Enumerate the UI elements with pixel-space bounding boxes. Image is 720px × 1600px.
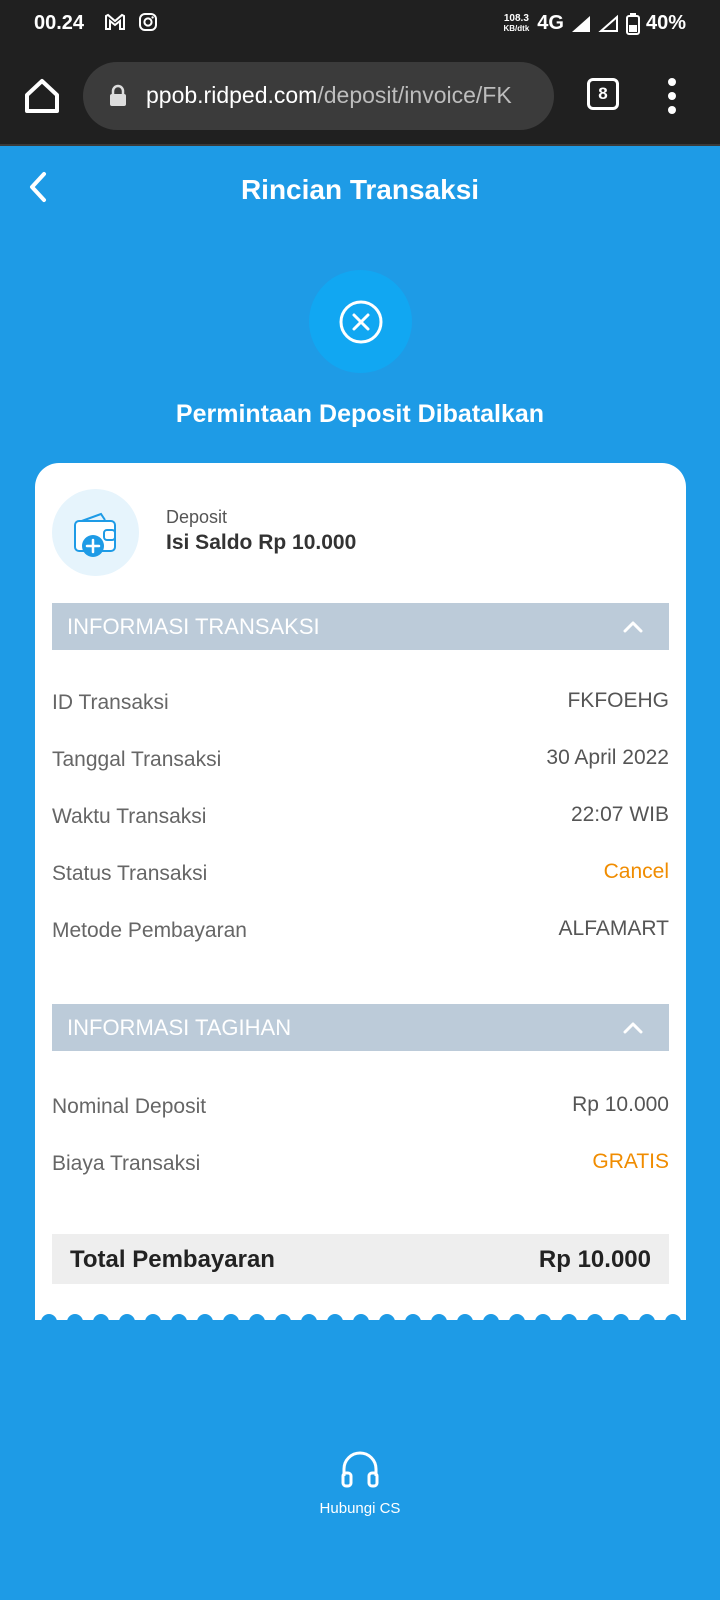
product-icon-wrapper bbox=[52, 489, 139, 576]
scallop-base bbox=[35, 1322, 686, 1330]
waktu-transaksi-value: 22:07 WIB bbox=[570, 803, 669, 826]
signal-empty-icon bbox=[598, 14, 618, 32]
url-path: /deposit/invoice/FK bbox=[317, 82, 512, 108]
page-title: Rincian Transaksi bbox=[240, 174, 480, 205]
cancel-circle-icon bbox=[339, 300, 382, 343]
home-icon[interactable] bbox=[22, 76, 62, 116]
billing-info-header[interactable]: INFORMASI TAGIHAN bbox=[52, 1004, 669, 1051]
tanggal-transaksi-value: 30 April 2022 bbox=[546, 746, 669, 769]
address-bar[interactable]: ppob.ridped.com/deposit/invoice/FK bbox=[83, 62, 554, 130]
wallet-add-icon bbox=[73, 512, 116, 557]
gmail-icon bbox=[105, 13, 125, 30]
battery-level: 40% bbox=[645, 12, 686, 34]
biaya-transaksi-value: GRATIS bbox=[592, 1150, 669, 1173]
tab-switcher-button[interactable]: 8 bbox=[587, 78, 619, 110]
transaction-card: Deposit Isi Saldo Rp 10.000 INFORMASI TR… bbox=[35, 463, 686, 1320]
nominal-deposit-value: Rp 10.000 bbox=[572, 1093, 669, 1116]
total-value: Rp 10.000 bbox=[538, 1246, 651, 1273]
metode-pembayaran-value: ALFAMART bbox=[558, 917, 669, 940]
nominal-deposit-label: Nominal Deposit bbox=[52, 1095, 207, 1118]
chevron-up-icon bbox=[623, 621, 643, 633]
total-label: Total Pembayaran bbox=[70, 1246, 275, 1273]
receipt-scalloped-edge bbox=[35, 1308, 686, 1330]
id-transaksi-label: ID Transaksi bbox=[52, 691, 169, 714]
notification-icons bbox=[104, 12, 158, 32]
chevron-up-icon bbox=[623, 1022, 643, 1034]
battery-icon bbox=[625, 12, 640, 35]
lock-icon bbox=[110, 84, 126, 106]
id-transaksi-value: FKFOEHG bbox=[567, 689, 669, 712]
status-bar: 00.24 108.3 KB/dtk 4G 40% bbox=[0, 0, 720, 48]
status-transaksi-label: Status Transaksi bbox=[52, 862, 208, 885]
section-title: INFORMASI TAGIHAN bbox=[67, 1015, 292, 1040]
biaya-transaksi-label: Biaya Transaksi bbox=[52, 1152, 201, 1175]
overflow-menu-icon[interactable] bbox=[662, 74, 682, 118]
browser-toolbar: ppob.ridped.com/deposit/invoice/FK 8 bbox=[0, 48, 720, 146]
metode-pembayaran-label: Metode Pembayaran bbox=[52, 919, 247, 942]
tanggal-transaksi-label: Tanggal Transaksi bbox=[52, 748, 222, 771]
product-category: Deposit bbox=[166, 507, 228, 527]
status-message: Permintaan Deposit Dibatalkan bbox=[175, 400, 545, 428]
url-host: ppob.ridped.com bbox=[146, 82, 318, 108]
contact-cs-label: Hubungi CS bbox=[319, 1500, 401, 1517]
system-icons: 108.3 KB/dtk 4G 40% bbox=[503, 12, 686, 35]
transaction-info-header[interactable]: INFORMASI TRANSAKSI bbox=[52, 603, 669, 650]
network-type: 4G bbox=[537, 12, 564, 34]
signal-icon bbox=[571, 15, 590, 32]
total-payment-row: Total Pembayaran Rp 10.000 bbox=[52, 1234, 669, 1284]
cancelled-status-badge bbox=[309, 270, 412, 373]
instagram-icon bbox=[139, 13, 157, 31]
contact-cs-button[interactable]: Hubungi CS bbox=[300, 1448, 420, 1528]
status-time: 00.24 bbox=[34, 12, 85, 34]
product-name: Isi Saldo Rp 10.000 bbox=[166, 531, 357, 554]
data-speed: 108.3 KB/dtk bbox=[503, 12, 530, 33]
headset-icon bbox=[341, 1451, 379, 1488]
section-title: INFORMASI TRANSAKSI bbox=[67, 614, 320, 639]
waktu-transaksi-label: Waktu Transaksi bbox=[52, 805, 207, 828]
url-text: ppob.ridped.com/deposit/invoice/FK bbox=[146, 82, 512, 109]
status-transaksi-value: Cancel bbox=[603, 860, 669, 883]
